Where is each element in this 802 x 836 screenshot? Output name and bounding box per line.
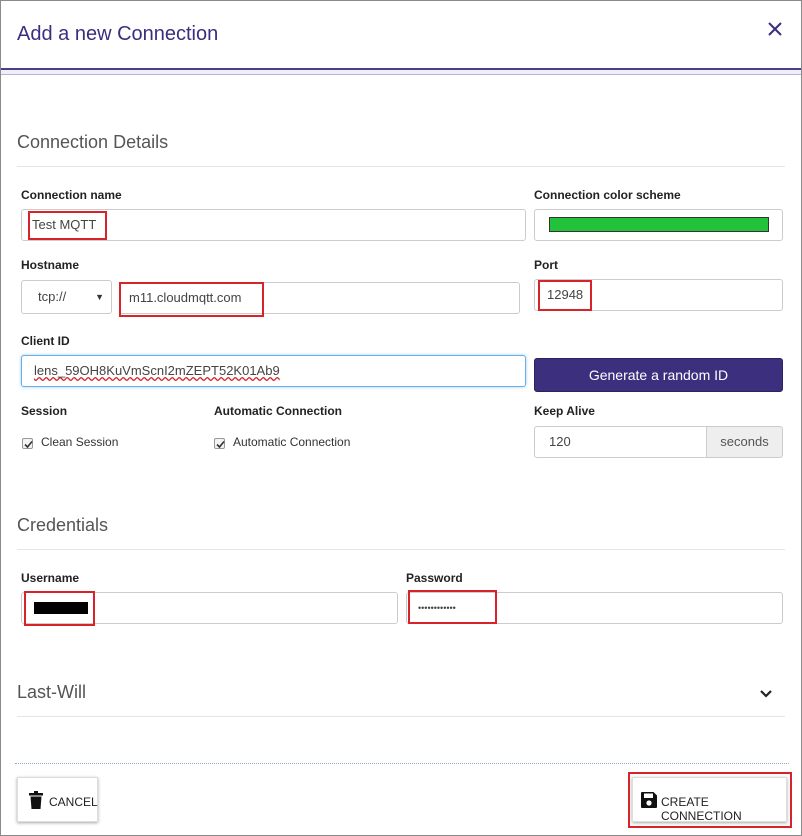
connection-details-heading: Connection Details (17, 132, 169, 152)
credentials-heading: Credentials (17, 515, 109, 535)
auto-connection-checkbox-label: Automatic Connection (233, 435, 351, 449)
last-will-heading[interactable]: Last-Will (17, 682, 86, 703)
client-id-input[interactable]: lens_59OH8KuVmScnI2mZEPT52K01Ab9 (21, 355, 526, 387)
checkmark-icon (216, 440, 225, 449)
trash-icon (29, 791, 43, 809)
keep-alive-value: 120 (549, 434, 571, 449)
dialog-title: Add a new Connection (17, 23, 219, 45)
divider (17, 716, 785, 717)
protocol-value: tcp:// (38, 289, 67, 304)
chevron-down-icon[interactable] (758, 687, 774, 701)
header-divider (1, 68, 801, 75)
hostname-label: Hostname (21, 258, 80, 272)
auto-connection-label: Automatic Connection (214, 404, 342, 418)
auto-connection-checkbox[interactable] (214, 438, 225, 449)
session-label: Session (21, 404, 68, 418)
close-icon[interactable] (763, 17, 787, 41)
port-label: Port (534, 258, 558, 272)
color-scheme-picker[interactable] (534, 209, 783, 241)
cancel-button[interactable]: CANCEL (17, 777, 98, 822)
protocol-select[interactable]: tcp:// ▼ (21, 280, 112, 314)
generate-random-id-button[interactable]: Generate a random ID (534, 358, 783, 392)
cancel-label: CANCEL (49, 795, 98, 809)
connection-name-label: Connection name (21, 188, 122, 202)
highlight-box (28, 211, 107, 240)
client-id-label: Client ID (21, 334, 70, 348)
footer-divider (15, 763, 789, 764)
highlight-box (628, 772, 792, 828)
client-id-value: lens_59OH8KuVmScnI2mZEPT52K01Ab9 (34, 363, 280, 378)
highlight-box (408, 590, 497, 624)
keep-alive-unit: seconds (706, 426, 783, 458)
keep-alive-input[interactable]: 120 (534, 426, 707, 458)
caret-down-icon: ▼ (95, 292, 104, 302)
keep-alive-label: Keep Alive (534, 404, 595, 418)
username-label: Username (21, 571, 80, 585)
highlight-box (538, 280, 592, 311)
clean-session-checkbox[interactable] (22, 438, 33, 449)
checkmark-icon (24, 440, 33, 449)
divider (17, 549, 785, 550)
clean-session-label: Clean Session (41, 435, 119, 449)
add-connection-dialog: Add a new Connection Connection Details … (0, 0, 802, 836)
divider (17, 166, 785, 167)
dialog-header: Add a new Connection (1, 1, 801, 75)
color-swatch (549, 217, 769, 232)
color-scheme-label: Connection color scheme (534, 188, 681, 202)
password-label: Password (406, 571, 463, 585)
highlight-box (119, 282, 264, 317)
highlight-box (24, 591, 95, 626)
